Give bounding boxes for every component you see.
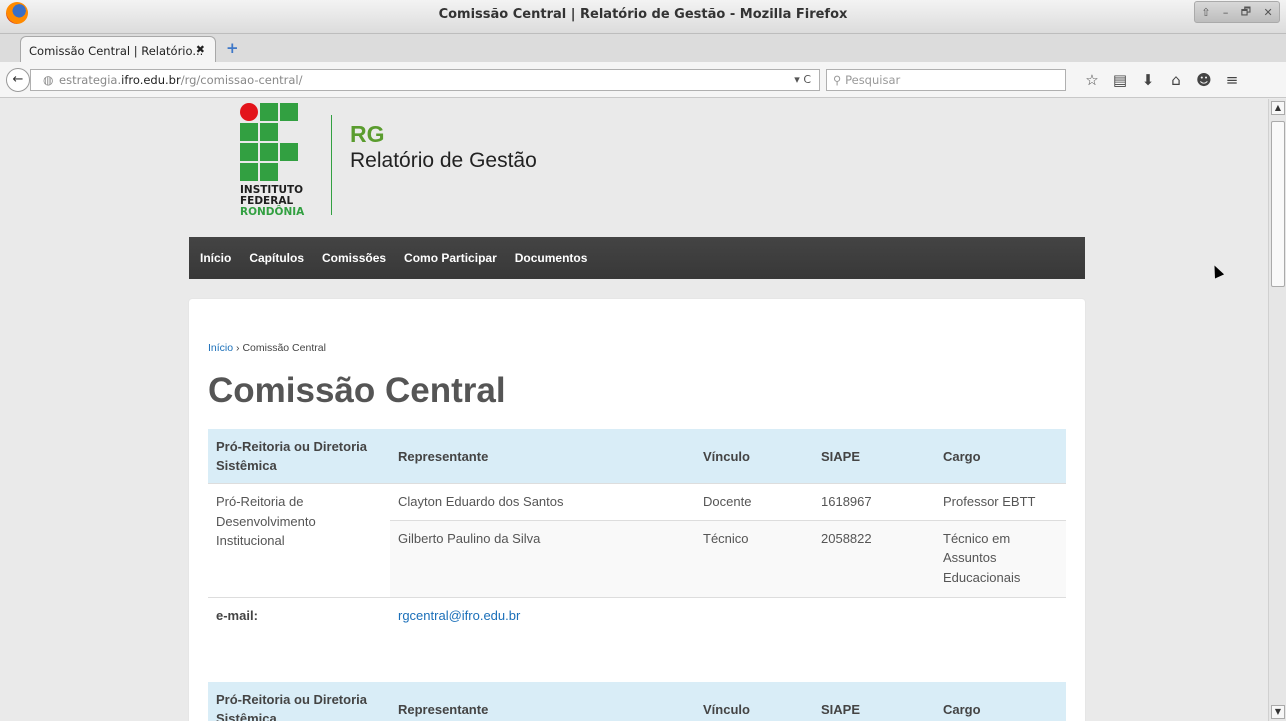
globe-icon: ◍ <box>43 73 54 87</box>
menu-item-capitulos[interactable]: Capítulos <box>240 251 313 265</box>
col-header-representante: Representante <box>390 682 695 721</box>
home-icon[interactable]: ⌂ <box>1162 71 1190 89</box>
url-prefix: estrategia. <box>59 73 122 87</box>
table-cell-representante: Clayton Eduardo dos Santos <box>390 483 695 520</box>
mouse-cursor-icon <box>1209 263 1225 279</box>
email-label: e-mail: <box>208 597 390 634</box>
committee-table-2: Pró-Reitoria ou Diretoria Sistêmica Repr… <box>208 682 1066 721</box>
window-shade-icon[interactable]: ⇧ <box>1201 6 1210 19</box>
download-icon[interactable]: ⬇ <box>1134 71 1162 89</box>
window-titlebar: Comissão Central | Relatório de Gestão -… <box>0 0 1286 34</box>
table-cell-siape: 1618967 <box>813 483 935 520</box>
logo-square <box>260 103 278 121</box>
window-title: Comissão Central | Relatório de Gestão -… <box>438 7 848 22</box>
col-header-unidade: Pró-Reitoria ou Diretoria Sistêmica <box>208 682 390 721</box>
table-cell-vinculo: Técnico <box>695 519 813 598</box>
breadcrumb-current: Comissão Central <box>242 342 326 354</box>
minimize-icon[interactable]: – <box>1223 6 1229 19</box>
logo-square <box>280 143 298 161</box>
content-card: Início › Comissão Central Comissão Centr… <box>189 299 1085 721</box>
scroll-down-arrow-icon[interactable]: ▼ <box>1271 705 1285 719</box>
logo-square <box>240 143 258 161</box>
committee-table: Pró-Reitoria ou Diretoria Sistêmica Repr… <box>208 429 1066 634</box>
new-tab-icon[interactable]: + <box>226 39 239 57</box>
site-title-abbr[interactable]: RG <box>350 121 385 148</box>
col-header-cargo: Cargo <box>935 429 1066 484</box>
menu-item-documentos[interactable]: Documentos <box>506 251 597 265</box>
col-header-unidade: Pró-Reitoria ou Diretoria Sistêmica <box>208 429 390 484</box>
page-title: Comissão Central <box>208 371 506 410</box>
logo-divider <box>331 115 332 215</box>
logo-square <box>260 143 278 161</box>
col-header-siape: SIAPE <box>813 682 935 721</box>
url-host: ifro.edu.br <box>121 73 181 87</box>
search-icon: ⚲ <box>833 73 842 87</box>
close-tab-icon[interactable]: ✖ <box>196 43 205 56</box>
table-cell-cargo: Professor EBTT <box>935 483 1066 520</box>
maximize-icon[interactable]: 🗗 <box>1241 3 1251 22</box>
logo-square <box>280 103 298 121</box>
col-header-vinculo: Vínculo <box>695 682 813 721</box>
table-row: Pró-Reitoria de Desenvolvimento Instituc… <box>208 483 1066 598</box>
tab-comissao-central[interactable]: Comissão Central | Relatório... ✖ <box>20 36 216 62</box>
url-path: /rg/comissao-central/ <box>180 73 303 87</box>
email-link[interactable]: rgcentral@ifro.edu.br <box>398 608 520 623</box>
close-window-icon[interactable]: ✕ <box>1264 6 1273 19</box>
menu-icon[interactable]: ≡ <box>1218 71 1246 89</box>
scroll-thumb[interactable] <box>1271 121 1285 287</box>
table-cell-cargo: Técnico em Assuntos Educacionais <box>935 519 1066 598</box>
search-placeholder: Pesquisar <box>845 73 901 87</box>
menu-item-como-participar[interactable]: Como Participar <box>395 251 506 265</box>
url-bar[interactable]: ◍ estrategia.ifro.edu.br/rg/comissao-cen… <box>30 69 820 91</box>
site-title[interactable]: Relatório de Gestão <box>350 149 537 173</box>
chat-icon[interactable]: ☻ <box>1190 71 1218 89</box>
table-row-email: e-mail: rgcentral@ifro.edu.br <box>208 597 1066 634</box>
logo-square <box>260 163 278 181</box>
col-header-cargo: Cargo <box>935 682 1066 721</box>
main-menu: Início Capítulos Comissões Como Particip… <box>189 237 1085 279</box>
tab-label: Comissão Central | Relatório... <box>29 44 204 58</box>
scroll-up-arrow-icon[interactable]: ▲ <box>1271 101 1285 115</box>
table-header-row: Pró-Reitoria ou Diretoria Sistêmica Repr… <box>208 429 1066 484</box>
col-header-siape: SIAPE <box>813 429 935 484</box>
col-header-vinculo: Vínculo <box>695 429 813 484</box>
menu-item-inicio[interactable]: Início <box>191 251 240 265</box>
logo-line-rondonia: RONDÔNIA <box>240 206 305 218</box>
page-viewport: INSTITUTO FEDERAL RONDÔNIA RG Relatório … <box>0 99 1268 721</box>
logo-text: INSTITUTO FEDERAL RONDÔNIA <box>240 185 304 218</box>
table-cell-representante: Gilberto Paulino da Silva <box>390 519 695 598</box>
ifro-logo[interactable]: INSTITUTO FEDERAL RONDÔNIA <box>240 103 320 231</box>
menu-item-comissoes[interactable]: Comissões <box>313 251 395 265</box>
col-header-representante: Representante <box>390 429 695 484</box>
vertical-scrollbar[interactable]: ▲ ▼ <box>1268 99 1286 721</box>
star-icon[interactable]: ☆ <box>1078 71 1106 89</box>
table-cell-unidade: Pró-Reitoria de Desenvolvimento Instituc… <box>208 483 390 598</box>
table-header-row: Pró-Reitoria ou Diretoria Sistêmica Repr… <box>208 682 1066 721</box>
reading-list-icon[interactable]: ▤ <box>1106 71 1134 89</box>
navigation-bar: ← ◍ estrategia.ifro.edu.br/rg/comissao-c… <box>0 62 1286 98</box>
window-controls: ⇧ – 🗗 ✕ <box>1194 1 1280 23</box>
tab-strip: Comissão Central | Relatório... ✖ + <box>0 34 1286 62</box>
search-input[interactable]: ⚲ Pesquisar <box>826 69 1066 91</box>
back-arrow-icon[interactable]: ← <box>6 68 30 92</box>
logo-square <box>240 163 258 181</box>
logo-square <box>240 123 258 141</box>
toolbar-icons: ☆ ▤ ⬇ ⌂ ☻ ≡ <box>1078 71 1246 89</box>
logo-red-circle <box>240 103 258 121</box>
breadcrumb: Início › Comissão Central <box>208 342 326 354</box>
logo-square <box>260 123 278 141</box>
table-cell-vinculo: Docente <box>695 483 813 520</box>
table-cell-siape: 2058822 <box>813 519 935 598</box>
reload-icon[interactable]: ▾ C <box>794 73 811 86</box>
breadcrumb-home-link[interactable]: Início <box>208 342 233 354</box>
